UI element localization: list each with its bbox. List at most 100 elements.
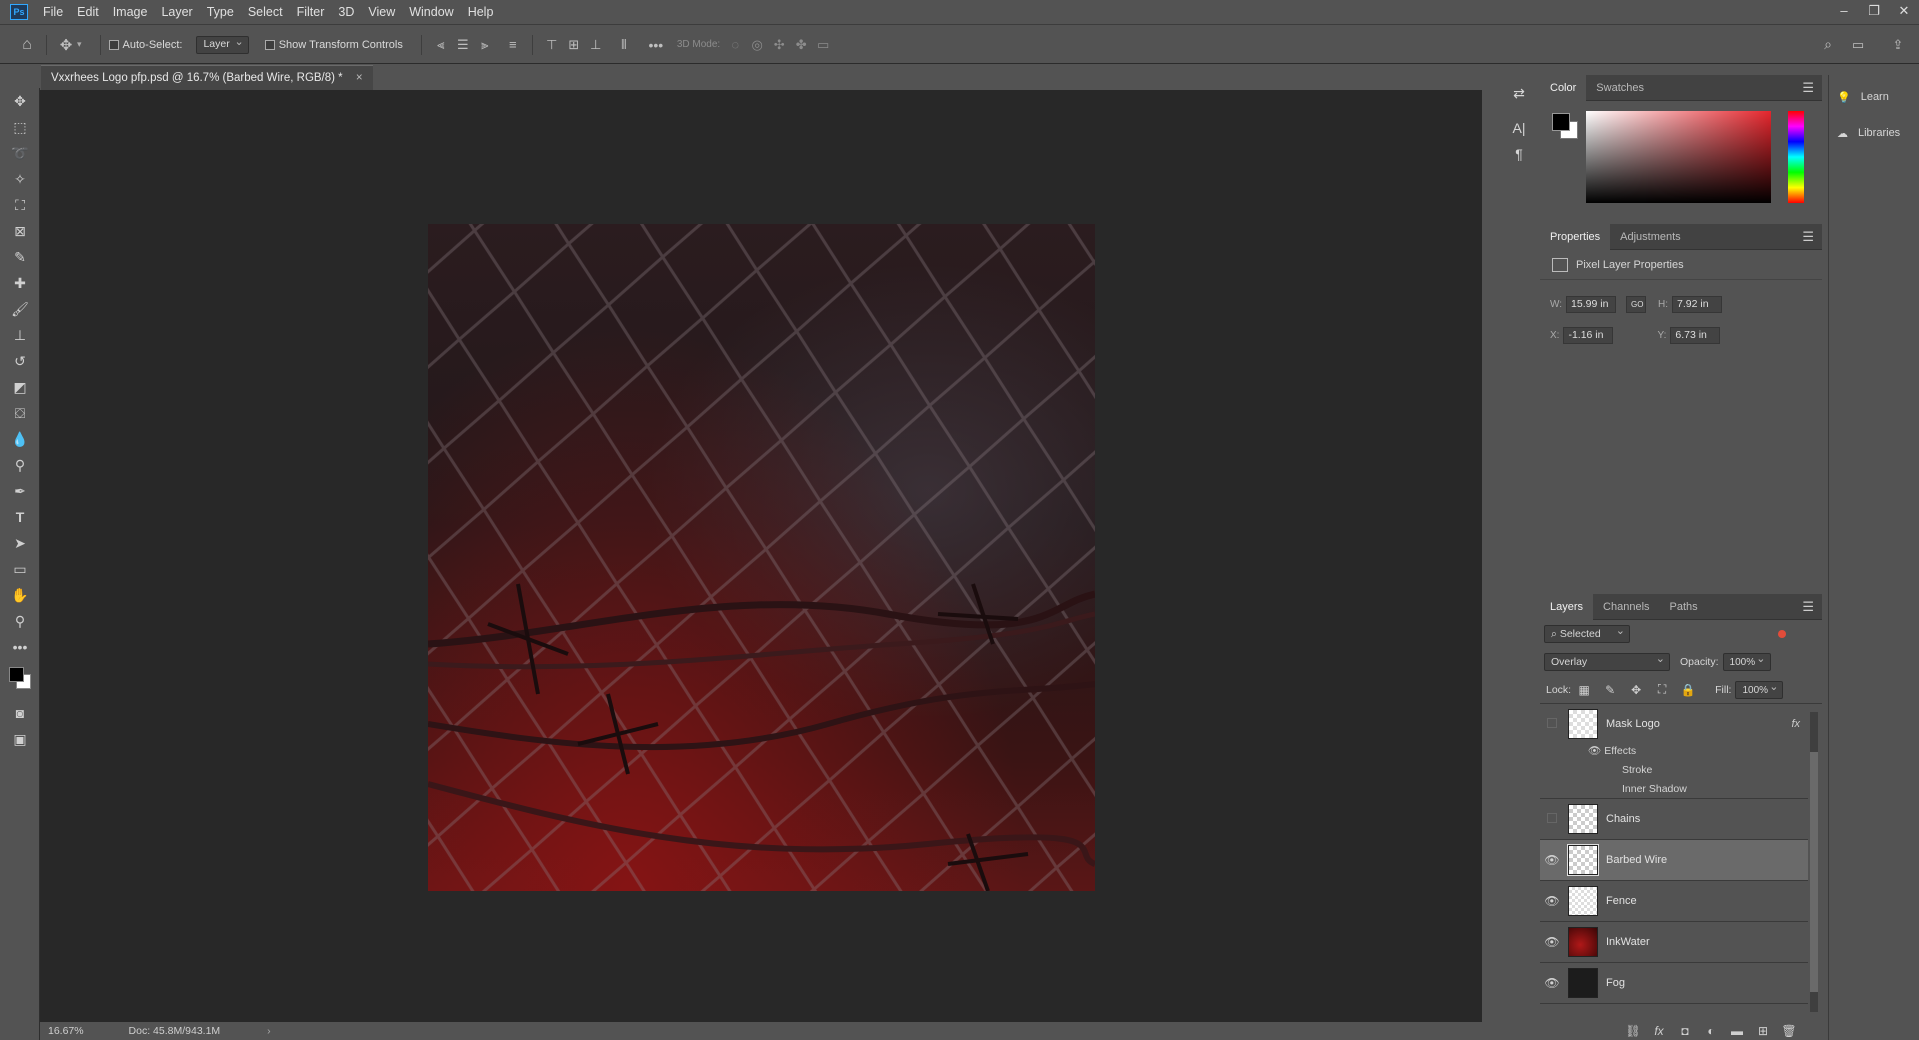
align-center-icon[interactable]: ☰ <box>452 37 474 53</box>
panel-menu-icon[interactable]: ☰ <box>1802 599 1814 615</box>
tab-channels[interactable]: Channels <box>1593 594 1659 620</box>
zoom-tool-icon[interactable]: ⚲ <box>0 608 40 634</box>
tab-swatches[interactable]: Swatches <box>1586 75 1654 101</box>
layer-row-fence[interactable]: 👁 Fence <box>1540 881 1808 922</box>
lock-pixels-icon[interactable]: ✎ <box>1597 683 1623 697</box>
menu-type[interactable]: Type <box>200 0 241 25</box>
color-swatches[interactable] <box>0 660 39 700</box>
width-field[interactable]: 15.99 in <box>1566 296 1617 313</box>
eye-icon[interactable]: 👁 <box>1540 976 1564 990</box>
paragraph-panel-icon[interactable]: ¶ <box>1500 146 1538 162</box>
blend-mode-dropdown[interactable]: Overlay <box>1544 652 1670 671</box>
workspace-icon[interactable]: ▭ <box>1847 37 1869 53</box>
roll-icon[interactable]: ◎ <box>746 37 768 53</box>
document-canvas[interactable] <box>428 224 1095 891</box>
magic-wand-icon[interactable]: ✧ <box>0 166 40 192</box>
restore-icon[interactable]: ❐ <box>1859 0 1889 25</box>
filter-toggle-icon[interactable] <box>1778 630 1786 638</box>
color-field[interactable] <box>1586 111 1771 203</box>
menu-file[interactable]: File <box>36 0 70 25</box>
close-window-icon[interactable]: ✕ <box>1889 0 1919 25</box>
move-tool-icon[interactable]: ✥ <box>55 36 77 54</box>
close-tab-icon[interactable]: × <box>356 72 363 84</box>
distribute-icon[interactable]: ≡ <box>502 37 524 52</box>
tab-paths[interactable]: Paths <box>1660 594 1708 620</box>
brush-tool-icon[interactable]: 🖌 <box>0 296 40 322</box>
eye-icon[interactable]: 👁 <box>1540 853 1564 867</box>
type-tool-icon[interactable]: T <box>0 504 40 530</box>
eye-icon[interactable]: 👁 <box>1540 935 1564 949</box>
layer-row-fog[interactable]: 👁 Fog <box>1540 963 1808 1004</box>
rectangle-tool-icon[interactable]: ▭ <box>0 556 40 582</box>
home-icon[interactable]: ⌂ <box>16 36 38 54</box>
menu-layer[interactable]: Layer <box>154 0 199 25</box>
fg-bg-swatch[interactable] <box>1552 113 1582 143</box>
eraser-icon[interactable]: ◩ <box>0 374 40 400</box>
align-left-icon[interactable]: ⫷ <box>430 37 452 53</box>
auto-select-dropdown[interactable]: Layer <box>196 35 249 54</box>
effect-inner-shadow[interactable]: Inner Shadow <box>1540 780 1808 799</box>
tab-adjustments[interactable]: Adjustments <box>1610 224 1691 250</box>
foreground-color-swatch[interactable] <box>9 667 24 682</box>
more-options-icon[interactable]: ••• <box>645 37 667 53</box>
learn-button[interactable]: 💡 Learn <box>1829 79 1919 115</box>
opacity-field[interactable]: 100% <box>1722 652 1771 671</box>
chevron-down-icon[interactable]: ▾ <box>77 39 82 50</box>
visibility-toggle-off[interactable] <box>1540 812 1564 826</box>
distribute-vertical-icon[interactable]: ⦀ <box>613 37 635 53</box>
foreground-color-swatch[interactable] <box>1552 113 1570 131</box>
paint-bucket-icon[interactable]: ⛋ <box>0 400 40 426</box>
menu-3d[interactable]: 3D <box>331 0 361 25</box>
y-field[interactable]: 6.73 in <box>1670 327 1721 344</box>
blur-tool-icon[interactable]: 💧 <box>0 426 40 452</box>
pen-tool-icon[interactable]: ✒ <box>0 478 40 504</box>
orbit-icon[interactable]: ◌ <box>724 37 746 52</box>
fill-field[interactable]: 100% <box>1735 680 1784 699</box>
hand-tool-icon[interactable]: ✋ <box>0 582 40 608</box>
eye-icon[interactable]: 👁 <box>1540 894 1564 908</box>
edit-toolbar-icon[interactable]: ••• <box>0 634 40 660</box>
screen-mode-icon[interactable]: ▣ <box>0 726 40 752</box>
panel-menu-icon[interactable]: ☰ <box>1802 80 1814 96</box>
search-icon[interactable]: ⌕ <box>1817 36 1839 53</box>
document-tab[interactable]: Vxxrhees Logo pfp.psd @ 16.7% (Barbed Wi… <box>41 65 373 90</box>
lock-artboard-icon[interactable]: ⛶ <box>1649 682 1675 697</box>
align-bottom-icon[interactable]: ⊥ <box>585 37 607 53</box>
clone-stamp-icon[interactable]: ⊥ <box>0 322 40 348</box>
eye-icon[interactable]: 👁 <box>1588 745 1601 757</box>
quick-mask-icon[interactable]: ◙ <box>0 700 40 726</box>
path-selection-icon[interactable]: ➤ <box>0 530 40 556</box>
tab-properties[interactable]: Properties <box>1540 223 1611 250</box>
libraries-button[interactable]: ☁ Libraries <box>1829 115 1919 151</box>
lock-transparent-icon[interactable]: ▦ <box>1571 683 1597 697</box>
lock-position-icon[interactable]: ✥ <box>1623 683 1649 697</box>
lasso-tool-icon[interactable]: ➰ <box>0 140 40 166</box>
layer-filter-dropdown[interactable]: ⌕ Selected <box>1544 624 1630 643</box>
dodge-tool-icon[interactable]: ⚲ <box>0 452 40 478</box>
layers-scrollbar[interactable] <box>1810 712 1818 1012</box>
auto-select-checkbox[interactable]: Auto-Select: <box>108 39 182 51</box>
fx-icon[interactable]: fx <box>1791 718 1800 730</box>
move-tool-icon[interactable]: ✥ <box>0 88 40 114</box>
menu-window[interactable]: Window <box>402 0 460 25</box>
chevron-right-icon[interactable]: › <box>267 1025 271 1037</box>
new-group-icon[interactable]: ▬ <box>1724 1024 1750 1038</box>
add-mask-icon[interactable]: ◘ <box>1672 1024 1698 1038</box>
pan-3d-icon[interactable]: ✣ <box>768 37 790 53</box>
crop-tool-icon[interactable]: ⛶ <box>0 192 40 218</box>
layer-row-inkwater[interactable]: 👁 InkWater <box>1540 922 1808 963</box>
layer-row-chains[interactable]: Chains <box>1540 799 1808 840</box>
tab-layers[interactable]: Layers <box>1540 593 1594 620</box>
visibility-toggle-off[interactable] <box>1540 717 1564 731</box>
healing-brush-icon[interactable]: ✚ <box>0 270 40 296</box>
character-panel-icon[interactable]: A| <box>1500 120 1538 136</box>
marquee-tool-icon[interactable]: ⬚ <box>0 114 40 140</box>
adjustment-layer-icon[interactable]: ◐ <box>1698 1024 1724 1038</box>
menu-help[interactable]: Help <box>461 0 501 25</box>
hue-slider[interactable] <box>1788 111 1804 203</box>
effects-row[interactable]: 👁 Effects <box>1540 742 1808 761</box>
panel-menu-icon[interactable]: ☰ <box>1802 229 1814 245</box>
lock-all-icon[interactable]: 🔒 <box>1675 683 1701 697</box>
zoom-level[interactable]: 16.67% <box>48 1025 84 1037</box>
link-layers-icon[interactable]: ⛓ <box>1620 1024 1646 1038</box>
